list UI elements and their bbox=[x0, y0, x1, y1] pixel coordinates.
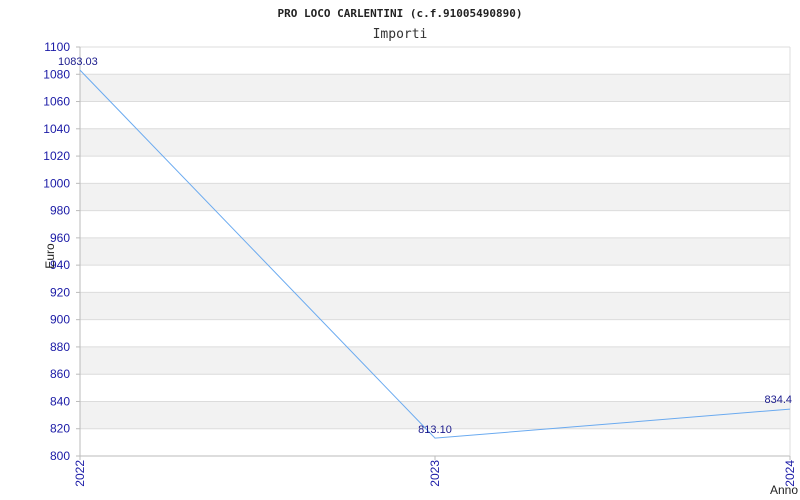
y-tick-label: 1040 bbox=[43, 122, 70, 136]
x-tick-label: 2022 bbox=[73, 460, 87, 487]
plot-band bbox=[80, 319, 790, 347]
data-label: 1083.03 bbox=[58, 56, 98, 68]
x-tick-label: 2023 bbox=[428, 460, 442, 487]
line-chart-svg: PRO LOCO CARLENTINI (c.f.91005490890) Im… bbox=[43, 7, 798, 497]
y-tick-label: 860 bbox=[50, 367, 70, 381]
y-tick-label: 1000 bbox=[43, 176, 70, 190]
plot-band bbox=[80, 183, 790, 211]
plot-band bbox=[80, 74, 790, 102]
x-axis-ticks: 2022 2023 2024 bbox=[73, 456, 797, 487]
y-tick-label: 1100 bbox=[44, 40, 70, 54]
y-tick-label: 980 bbox=[50, 204, 70, 218]
y-tick-label: 920 bbox=[50, 285, 70, 299]
y-tick-label: 820 bbox=[50, 422, 70, 436]
plot-band bbox=[80, 374, 790, 402]
data-label: 834.4 bbox=[764, 394, 792, 406]
chart-subtitle: Importi bbox=[373, 27, 428, 42]
y-axis-title: Euro bbox=[43, 243, 57, 269]
plot-band bbox=[80, 346, 790, 375]
plot-band bbox=[80, 47, 790, 75]
plot-band bbox=[80, 292, 790, 320]
y-tick-label: 840 bbox=[50, 394, 70, 408]
plot-background-bands bbox=[80, 47, 790, 456]
y-tick-label: 1060 bbox=[43, 95, 70, 109]
plot-band bbox=[80, 237, 790, 266]
plot-band bbox=[80, 128, 790, 157]
y-tick-label: 1080 bbox=[43, 67, 70, 81]
plot-band bbox=[80, 265, 790, 293]
y-tick-label: 1020 bbox=[43, 149, 70, 163]
plot-band bbox=[80, 101, 790, 129]
x-axis-title: Anno bbox=[770, 483, 798, 497]
y-tick-label: 800 bbox=[50, 449, 70, 463]
data-label: 813.10 bbox=[418, 424, 452, 436]
chart: PRO LOCO CARLENTINI (c.f.91005490890) Im… bbox=[0, 0, 800, 500]
chart-title: PRO LOCO CARLENTINI (c.f.91005490890) bbox=[277, 7, 522, 20]
y-tick-label: 900 bbox=[50, 313, 70, 327]
plot-band bbox=[80, 210, 790, 238]
plot-band bbox=[80, 156, 790, 184]
y-tick-label: 960 bbox=[50, 231, 70, 245]
y-tick-label: 880 bbox=[50, 340, 70, 354]
